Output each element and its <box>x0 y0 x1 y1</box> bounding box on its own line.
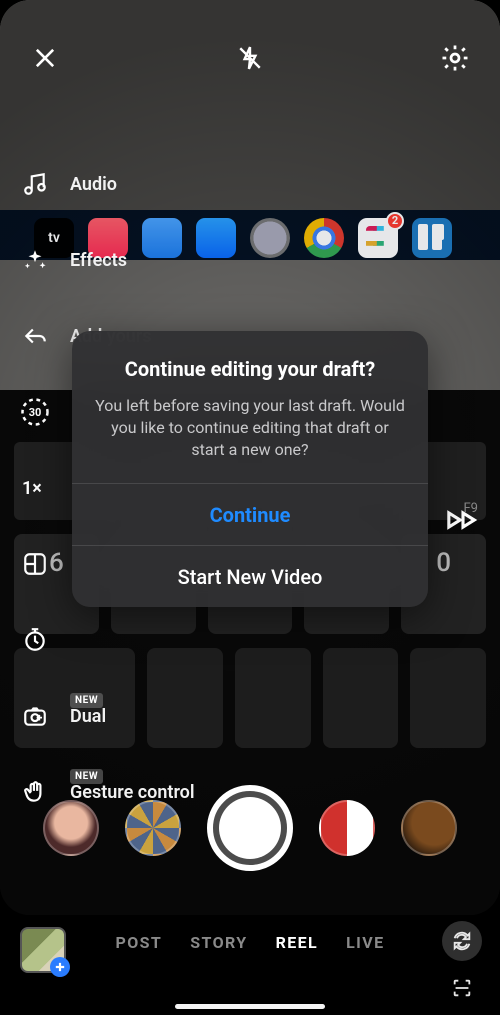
duration-value: 30 <box>29 406 42 419</box>
layout-icon <box>20 549 50 579</box>
capture-modes: POST STORY REEL LIVE <box>0 933 500 952</box>
dock-app-slack: 2 <box>358 218 398 258</box>
rail-dual[interactable]: NEW Dual <box>20 700 260 732</box>
effect-thumb[interactable] <box>125 800 181 856</box>
reels-camera-screen: tv 2 F6 F9 6 7 8 9 <box>0 0 500 1015</box>
mode-post[interactable]: POST <box>116 933 163 952</box>
mode-reel[interactable]: REEL <box>276 933 319 952</box>
rail-audio[interactable]: Audio <box>20 168 260 200</box>
rail-label: Dual <box>70 706 106 727</box>
key <box>323 648 399 748</box>
dialog-body: Continue editing your draft? You left be… <box>72 331 428 483</box>
effect-thumb[interactable] <box>319 800 375 856</box>
continue-button[interactable]: Continue <box>72 483 428 545</box>
speed-value: 1× <box>22 478 42 499</box>
home-indicator[interactable] <box>175 1004 325 1009</box>
close-icon[interactable] <box>28 41 62 75</box>
reply-arrow-icon <box>20 321 50 351</box>
dual-camera-icon <box>20 701 50 731</box>
dock-app-chrome <box>304 218 344 258</box>
rail-label: Audio <box>70 174 117 195</box>
effect-thumb[interactable] <box>401 800 457 856</box>
timer-icon <box>20 625 50 655</box>
key <box>410 648 486 748</box>
sparkles-icon <box>20 245 50 275</box>
dialog-title: Continue editing your draft? <box>94 357 406 381</box>
scan-icon[interactable] <box>445 971 479 1005</box>
rail-timer[interactable] <box>20 624 260 656</box>
bottom-bar: POST STORY REEL LIVE <box>0 915 500 1015</box>
start-new-video-button[interactable]: Start New Video <box>72 545 428 607</box>
switch-camera-button[interactable] <box>442 921 482 961</box>
settings-icon[interactable] <box>438 41 472 75</box>
mode-live[interactable]: LIVE <box>346 933 384 952</box>
camera-header <box>0 34 500 82</box>
flash-off-icon[interactable] <box>233 41 267 75</box>
slack-badge: 2 <box>386 212 404 230</box>
right-controls <box>442 921 482 1005</box>
add-from-gallery-icon <box>50 957 70 977</box>
duration-30-icon: 30 <box>20 397 50 427</box>
rail-effects[interactable]: Effects <box>20 244 260 276</box>
music-icon <box>20 169 50 199</box>
effects-carousel <box>0 782 500 874</box>
mode-story[interactable]: STORY <box>190 933 247 952</box>
draft-dialog: Continue editing your draft? You left be… <box>72 331 428 607</box>
dock-app-trello <box>412 218 452 258</box>
shutter-button[interactable] <box>207 785 293 871</box>
dialog-message: You left before saving your last draft. … <box>94 395 406 461</box>
fast-forward-icon[interactable] <box>446 510 480 534</box>
rail-label: Effects <box>70 250 127 271</box>
new-badge: NEW <box>70 693 103 708</box>
effect-thumb[interactable] <box>43 800 99 856</box>
